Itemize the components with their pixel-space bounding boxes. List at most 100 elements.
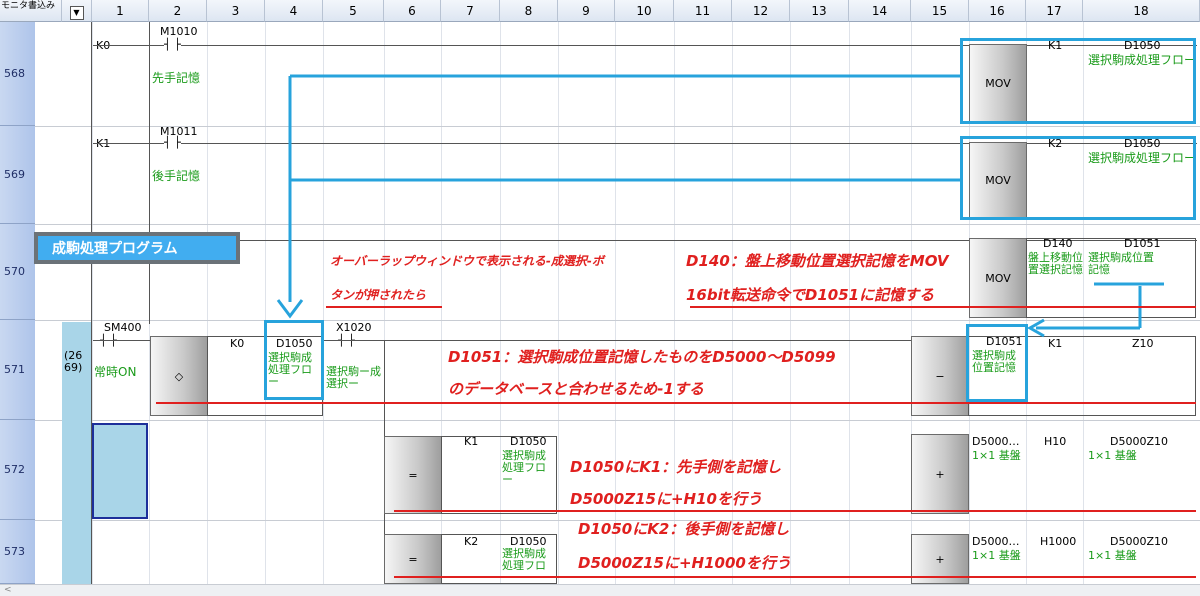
- operand-1[interactable]: K0: [230, 338, 244, 350]
- rung-line: [93, 340, 153, 341]
- contact-symbol[interactable]: ┤ ├: [164, 137, 181, 149]
- device-comment: 先手記憶: [152, 71, 201, 85]
- contact-symbol[interactable]: ┤ ├: [164, 39, 181, 51]
- operand-2[interactable]: H1000: [1040, 536, 1076, 548]
- ladder-editor: モニタ書込み ▼ 1 2 3 4 5 6 7 8 9 10 11 12 13 14 15 16 17 18 568…: [0, 0, 1200, 596]
- highlight-box: [960, 38, 1196, 124]
- operand-1-comment: 1×1 基盤: [972, 549, 1021, 562]
- operand-1[interactable]: D5000…: [972, 436, 1019, 448]
- column-header[interactable]: 5: [323, 0, 384, 22]
- operand-2-comment: 選択駒成処理フロー: [502, 547, 546, 584]
- row-number[interactable]: 568: [0, 22, 35, 126]
- operand-3-comment: 1×1 基盤: [1088, 549, 1137, 562]
- column-header[interactable]: 6: [384, 0, 441, 22]
- contact-device[interactable]: SM400: [104, 322, 141, 334]
- arrow-head: [1026, 318, 1045, 338]
- operand-1[interactable]: K1: [464, 436, 478, 448]
- grid-line: [323, 22, 324, 584]
- operand-1-comment: 1×1 基盤: [972, 449, 1021, 462]
- operand-2-comment: 選択駒成位置記憶: [1088, 251, 1154, 276]
- add-instruction[interactable]: +: [911, 434, 969, 514]
- operand-2-comment: 選択駒成処理フロー: [502, 449, 546, 486]
- grid-line: [558, 22, 559, 584]
- note-text: D1050にK1：先手側を記憶し: [570, 458, 782, 476]
- operand-1[interactable]: D140: [1043, 238, 1072, 250]
- contact-symbol-2[interactable]: ┤ ├: [338, 335, 355, 347]
- operand-3[interactable]: D5000Z10: [1110, 536, 1168, 548]
- underline: [156, 402, 1196, 404]
- program-title-label: 成駒処理プログラム: [34, 232, 240, 264]
- contact-symbol[interactable]: ┤ ├: [100, 335, 117, 347]
- note-text: D140：盤上移動位置選択記憶をMOV: [686, 252, 949, 270]
- row-number[interactable]: 573: [0, 520, 35, 584]
- note-text: D1050にK2：後手側を記憶し: [578, 520, 790, 538]
- column-header[interactable]: 4: [265, 0, 323, 22]
- operand-2[interactable]: D1051: [1124, 238, 1160, 250]
- k-label: K0: [96, 39, 111, 52]
- branch-line: [149, 22, 150, 324]
- rung-line: [322, 340, 912, 341]
- column-header[interactable]: 3: [207, 0, 265, 22]
- highlight-box: [966, 324, 1028, 402]
- underline: [690, 306, 1196, 308]
- underline: [394, 576, 1196, 578]
- contact-2-comment: 選択駒ー成選択ー: [326, 365, 381, 390]
- k-label: K1: [96, 137, 111, 150]
- column-header[interactable]: 11: [674, 0, 732, 22]
- column-header[interactable]: 7: [441, 0, 500, 22]
- column-header[interactable]: 15: [911, 0, 969, 22]
- cursor-cell[interactable]: [92, 423, 148, 519]
- grid-line: [265, 22, 266, 584]
- operand-3[interactable]: D5000Z10: [1110, 436, 1168, 448]
- contact-device-2[interactable]: X1020: [336, 322, 372, 334]
- horizontal-scrollbar[interactable]: <: [0, 584, 1200, 596]
- underline: [394, 510, 1196, 512]
- operand-1-comment: 盤上移動位置選択記憶: [1028, 251, 1083, 276]
- contact-comment: 常時ON: [94, 365, 137, 379]
- operand-1[interactable]: K2: [464, 536, 478, 548]
- row-number[interactable]: 572: [0, 420, 35, 520]
- note-text: のデータベースと合わせるため-1する: [448, 380, 704, 398]
- operand-2[interactable]: K1: [1048, 338, 1062, 350]
- column-header[interactable]: 13: [790, 0, 849, 22]
- device-comment: 後手記憶: [152, 169, 201, 183]
- note-text: タンが押されたら: [330, 288, 427, 302]
- note-text: D5000Z15に+H10を行う: [570, 490, 762, 508]
- operand-2[interactable]: H10: [1044, 436, 1066, 448]
- note-text: D5000Z15に+H1000を行う: [578, 554, 791, 572]
- column-header[interactable]: 10: [615, 0, 674, 22]
- column-header[interactable]: 2: [149, 0, 207, 22]
- row-number[interactable]: 571: [0, 320, 35, 420]
- scroll-left-icon[interactable]: <: [4, 585, 12, 595]
- operand-2[interactable]: D1050: [510, 436, 546, 448]
- arrow-head: [276, 299, 304, 319]
- note-text: D1051：選択駒成位置記憶したものをD5000～D5099: [448, 348, 836, 366]
- column-header[interactable]: 8: [500, 0, 558, 22]
- step-number: (26 69): [64, 349, 83, 374]
- note-text: オーバーラップウィンドウで表示される-成選択-ボ: [330, 254, 604, 268]
- column-header[interactable]: 14: [849, 0, 911, 22]
- grid-line: [207, 22, 208, 584]
- column-header[interactable]: 12: [732, 0, 790, 22]
- operand-3-comment: 1×1 基盤: [1088, 449, 1137, 462]
- row-number[interactable]: 570: [0, 224, 35, 320]
- compare-instruction[interactable]: ◇: [150, 336, 208, 416]
- operand-1[interactable]: D5000…: [972, 536, 1019, 548]
- column-header[interactable]: 17: [1026, 0, 1083, 22]
- column-header[interactable]: 16: [969, 0, 1026, 22]
- operand-3[interactable]: Z10: [1132, 338, 1154, 350]
- underline: [326, 306, 442, 308]
- note-text: 16bit転送命令でD1051に記憶する: [686, 286, 935, 304]
- column-filter-dropdown[interactable]: ▼: [62, 0, 92, 22]
- contact-device[interactable]: M1010: [160, 26, 198, 38]
- sub-instruction[interactable]: −: [911, 336, 969, 416]
- highlight-box: [264, 320, 324, 400]
- corner-header: モニタ書込み: [0, 0, 62, 22]
- column-header[interactable]: 1: [92, 0, 149, 22]
- highlight-box: [960, 136, 1196, 220]
- column-header[interactable]: 18: [1083, 0, 1200, 22]
- compare-instruction[interactable]: =: [384, 436, 442, 514]
- column-header[interactable]: 9: [558, 0, 615, 22]
- chevron-down-icon[interactable]: ▼: [69, 6, 84, 20]
- row-number[interactable]: 569: [0, 126, 35, 224]
